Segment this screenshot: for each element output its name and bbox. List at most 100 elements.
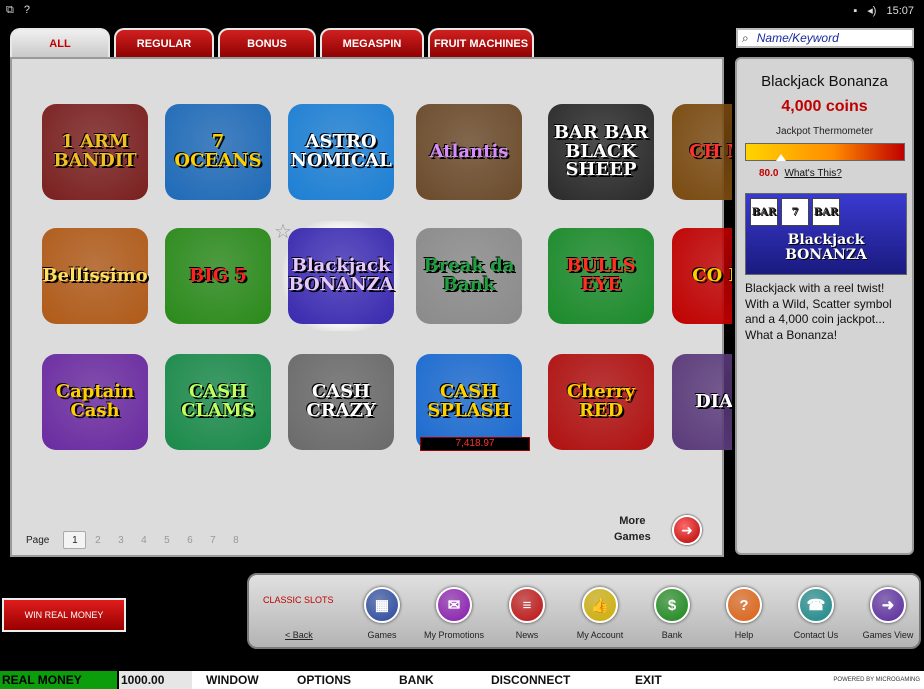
page-3[interactable]: 3 xyxy=(109,535,132,546)
nav-label: Contact Us xyxy=(793,630,839,640)
game-logo: BAR BAR BLACK SHEEP xyxy=(548,104,654,200)
network-icon: ▪ xyxy=(853,4,858,17)
game-info-panel: Blackjack Bonanza 4,000 coins Jackpot Th… xyxy=(735,57,914,555)
category-tabs: ALL REGULAR BONUS MEGASPIN FRUIT MACHINE… xyxy=(10,28,534,58)
bottom-nav: CLASSIC SLOTS < Back ▦ Games ✉ My Promotion… xyxy=(247,573,921,649)
search-icon: ⌕ xyxy=(742,30,749,45)
search-box[interactable]: ⌕ Name/Keyword xyxy=(736,28,914,48)
page-7[interactable]: 7 xyxy=(201,535,224,546)
page-label: Page xyxy=(26,534,50,546)
game-tile[interactable]: Cherry RED xyxy=(542,347,660,457)
nav-label: My Promotions xyxy=(423,630,485,640)
window-icon[interactable]: ⧉ xyxy=(6,4,14,17)
game-tile[interactable]: CASH CLAMS xyxy=(159,347,277,457)
games-icon: ▦ xyxy=(364,587,400,623)
nav-contact-us[interactable]: ☎ Contact Us xyxy=(781,587,851,640)
game-tile[interactable]: CASH CRAZY xyxy=(282,347,400,457)
tab-bonus[interactable]: BONUS xyxy=(218,28,316,58)
nav-games[interactable]: ▦ Games xyxy=(347,587,417,640)
thermometer-label: Jackpot Thermometer xyxy=(775,126,874,137)
tab-fruit-machines[interactable]: FRUIT MACHINES xyxy=(428,28,534,58)
game-tile[interactable]: BULLS EYE xyxy=(542,221,660,331)
mode-indicator: REAL MONEY xyxy=(0,671,117,689)
search-input[interactable]: Name/Keyword xyxy=(757,31,839,45)
tab-regular[interactable]: REGULAR xyxy=(114,28,214,58)
nav-help[interactable]: ? Help xyxy=(709,587,779,640)
more-games-label[interactable]: More Games xyxy=(614,513,651,545)
nav-label: News xyxy=(515,630,539,640)
jackpot-coins: 4,000 coins xyxy=(781,98,868,115)
game-tile[interactable]: DIA D xyxy=(672,347,732,457)
status-bar: REAL MONEY 1000.00 WINDOW OPTIONS BANK D… xyxy=(0,671,924,689)
game-grid: 1 ARM BANDIT 7 OCEANS ASTRO NOMICAL Atlanti… xyxy=(22,79,732,451)
game-tile[interactable]: Captain Cash xyxy=(36,347,154,457)
game-logo: 1 ARM BANDIT xyxy=(42,104,148,200)
game-tile[interactable]: CASH SPLASH 7,418.97 xyxy=(410,347,530,457)
game-logo: CASH SPLASH xyxy=(416,354,522,450)
game-logo: Blackjack BONANZA xyxy=(288,228,394,324)
favorite-star-icon[interactable]: ☆ xyxy=(274,219,292,244)
page-5[interactable]: 5 xyxy=(155,535,178,546)
help-icon[interactable]: ? xyxy=(24,4,30,17)
menu-options[interactable]: OPTIONS xyxy=(297,673,351,687)
game-logo: CASH CLAMS xyxy=(165,354,271,450)
dollar-icon: $ xyxy=(654,587,690,623)
menu-bank[interactable]: BANK xyxy=(399,673,434,687)
game-grid-panel: 1 ARM BANDIT 7 OCEANS ASTRO NOMICAL Atlanti… xyxy=(10,57,732,557)
volume-icon: ◂) xyxy=(867,5,877,17)
game-logo: BULLS EYE xyxy=(548,228,654,324)
back-link[interactable]: < Back xyxy=(285,630,313,640)
game-logo: CH MA xyxy=(672,104,732,200)
nav-my-promotions[interactable]: ✉ My Promotions xyxy=(419,587,489,640)
game-preview-image[interactable]: BAR 7 BAR Blackjack BONANZA xyxy=(745,193,907,275)
help-icon: ? xyxy=(726,587,762,623)
page-2[interactable]: 2 xyxy=(86,535,109,546)
game-logo: Captain Cash xyxy=(42,354,148,450)
jackpot-ticker: 7,418.97 xyxy=(420,437,530,451)
game-title: Blackjack Bonanza xyxy=(761,73,888,90)
more-games-button[interactable]: ➜ xyxy=(672,515,702,545)
page-8[interactable]: 8 xyxy=(224,535,247,546)
tab-megaspin[interactable]: MEGASPIN xyxy=(320,28,424,58)
page-1[interactable]: 1 xyxy=(63,531,87,549)
menu-exit[interactable]: EXIT xyxy=(635,673,662,687)
games-view-icon: ➜ xyxy=(870,587,906,623)
page-6[interactable]: 6 xyxy=(178,535,201,546)
news-icon: ≡ xyxy=(509,587,545,623)
win-real-money-button[interactable]: WIN REAL MONEY xyxy=(2,598,126,632)
nav-bank[interactable]: $ Bank xyxy=(637,587,707,640)
game-logo: 7 OCEANS xyxy=(165,104,271,200)
game-logo: Break da Bank xyxy=(416,228,522,324)
nav-my-account[interactable]: 👍 My Account xyxy=(565,587,635,640)
game-tile[interactable]: ASTRO NOMICAL xyxy=(282,97,400,207)
reel-symbol: BAR xyxy=(750,198,778,226)
tab-all[interactable]: ALL xyxy=(10,28,110,58)
reel-symbol: 7 xyxy=(781,198,809,226)
page-4[interactable]: 4 xyxy=(132,535,155,546)
nav-label: My Account xyxy=(576,630,624,640)
game-tile[interactable]: Blackjack BONANZA ☆ xyxy=(274,221,400,331)
pagination: Page 1 2 3 4 5 6 7 8 xyxy=(26,531,247,549)
game-tile[interactable]: CO PO xyxy=(672,221,732,331)
game-tile[interactable]: 7 OCEANS xyxy=(159,97,277,207)
game-logo: Atlantis xyxy=(416,104,522,200)
nav-games-view[interactable]: ➜ Games View xyxy=(853,587,923,640)
game-tile[interactable]: Atlantis xyxy=(410,97,528,207)
powered-by: POWERED BY MICROGAMING xyxy=(833,677,920,683)
game-tile[interactable]: BAR BAR BLACK SHEEP xyxy=(542,97,660,207)
balance: 1000.00 xyxy=(117,671,192,689)
system-bar: ⧉ ? ▪ ◂) 15:07 xyxy=(0,0,924,22)
game-tile[interactable]: Bellissimo xyxy=(36,221,154,331)
game-logo: CASH CRAZY xyxy=(288,354,394,450)
phone-icon: ☎ xyxy=(798,587,834,623)
game-tile[interactable]: BIG 5 xyxy=(159,221,277,331)
game-tile[interactable]: 1 ARM BANDIT xyxy=(36,97,154,207)
whats-this-link[interactable]: What's This? xyxy=(784,168,841,179)
game-tile[interactable]: CH MA xyxy=(672,97,732,207)
nav-news[interactable]: ≡ News xyxy=(492,587,562,640)
game-logo: Bellissimo xyxy=(42,228,148,324)
menu-disconnect[interactable]: DISCONNECT xyxy=(491,673,570,687)
game-tile[interactable]: Break da Bank xyxy=(410,221,528,331)
game-logo: BIG 5 xyxy=(165,228,271,324)
menu-window[interactable]: WINDOW xyxy=(206,673,259,687)
